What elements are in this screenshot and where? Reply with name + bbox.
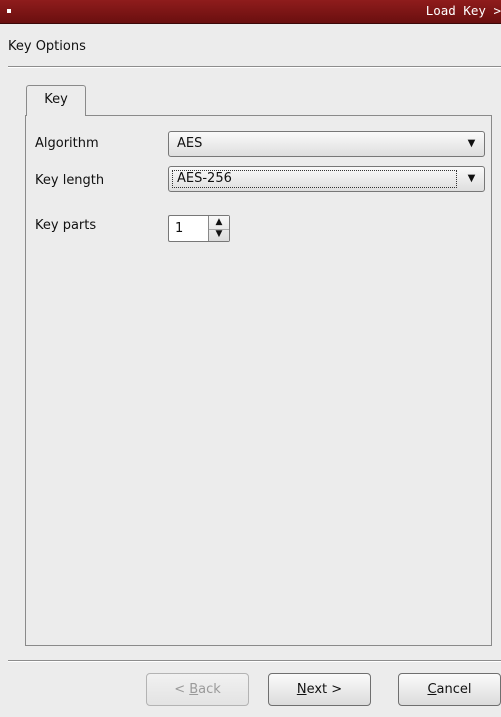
window-title: Load Key > [425, 3, 501, 18]
cancel-button-mnemonic: C [427, 682, 437, 697]
back-button-mnemonic: B [189, 682, 199, 697]
footer-separator [8, 660, 501, 662]
window-titlebar[interactable]: Load Key > [0, 0, 501, 24]
cancel-button-label: ancel [436, 682, 472, 697]
back-button[interactable]: < Back [146, 673, 249, 706]
next-button-mnemonic: N [296, 682, 307, 697]
next-button[interactable]: Next > [268, 673, 371, 706]
tab-key[interactable]: Key [26, 85, 86, 116]
back-button-label: ack [198, 682, 221, 697]
window-menu-icon[interactable] [7, 9, 11, 13]
header-separator [8, 66, 501, 68]
next-button-label: ext > [306, 682, 343, 697]
cancel-button[interactable]: Cancel [398, 673, 501, 706]
page-heading: Key Options [8, 39, 86, 54]
back-button-prefix: < [174, 682, 190, 697]
tab-panel-key [25, 115, 492, 646]
